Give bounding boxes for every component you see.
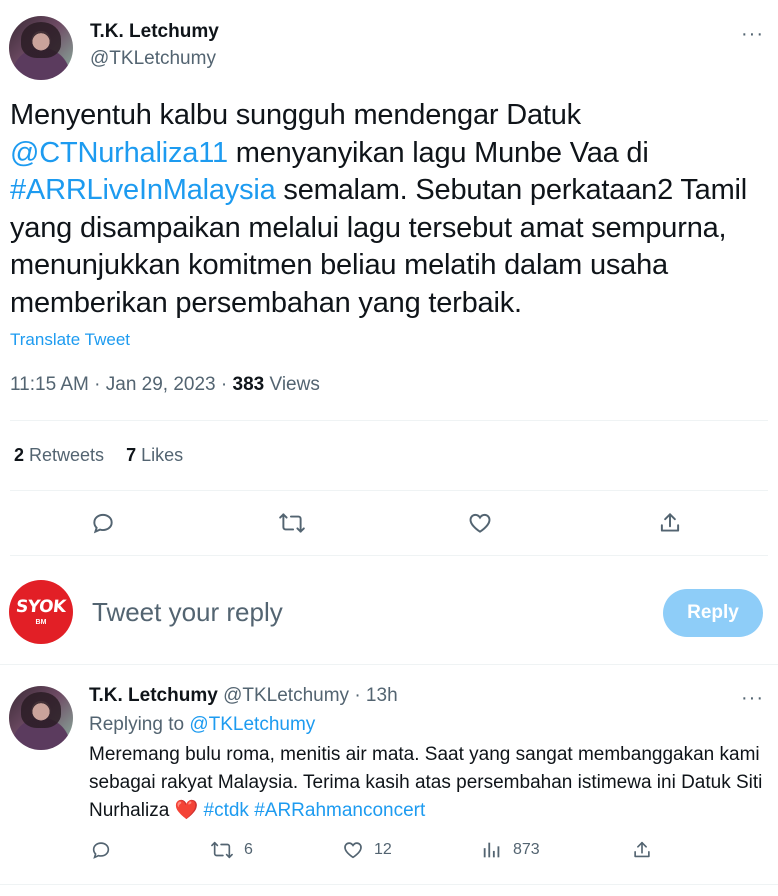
user-avatar[interactable]: SYOK BM (9, 580, 73, 644)
reply-text: Meremang bulu roma, menitis air mata. Sa… (89, 741, 769, 825)
reply-views-count: 873 (513, 841, 540, 858)
author-name[interactable]: T.K. Letchumy (90, 21, 219, 43)
retweet-icon[interactable] (278, 510, 306, 536)
replying-to: Replying to @TKLetchumy (89, 714, 315, 736)
reply-author-handle[interactable]: @TKLetchumy (223, 685, 349, 706)
reply-more-icon[interactable]: ··· (741, 688, 764, 708)
tweet-time[interactable]: 11:15 AM · Jan 29, 2023 · (10, 374, 233, 395)
likes-stat[interactable]: 7 Likes (126, 445, 183, 465)
divider (0, 664, 778, 665)
tweet-text-part: Menyentuh kalbu sungguh mendengar Datuk (10, 99, 581, 131)
hashtag-link[interactable]: #ctdk (204, 800, 249, 821)
views-count: 383 (232, 374, 265, 395)
reply-icon[interactable] (90, 510, 116, 536)
retweets-count: 2 (14, 445, 25, 465)
replying-to-handle[interactable]: @TKLetchumy (189, 714, 315, 735)
hashtag-link[interactable]: #ARRahmanconcert (254, 800, 425, 821)
reply-age[interactable]: · 13h (349, 685, 397, 706)
replying-to-label: Replying to (89, 714, 190, 735)
divider (10, 555, 768, 556)
share-icon[interactable] (657, 510, 683, 536)
author-avatar[interactable] (9, 16, 73, 80)
divider (10, 490, 768, 491)
reply-author-name[interactable]: T.K. Letchumy (89, 685, 218, 706)
share-icon[interactable] (631, 839, 653, 861)
reply-retweet-action[interactable]: 6 (210, 839, 253, 861)
views-icon[interactable] (481, 839, 503, 861)
retweet-icon[interactable] (210, 839, 234, 861)
more-icon[interactable]: ··· (741, 24, 764, 44)
views-label: Views (264, 374, 320, 395)
divider (10, 420, 768, 421)
like-icon[interactable] (467, 510, 493, 536)
reply-header: T.K. Letchumy @TKLetchumy · 13h (89, 685, 398, 707)
reply-button[interactable]: Reply (663, 589, 763, 637)
avatar-logo-text: SYOK (15, 596, 67, 617)
likes-label: Likes (136, 445, 184, 465)
reply-like-count: 12 (374, 841, 392, 858)
reply-share-action[interactable] (631, 839, 653, 861)
engagement-counts: 2 Retweets 7 Likes (14, 445, 183, 466)
divider (0, 884, 778, 885)
reply-like-action[interactable]: 12 (342, 839, 392, 861)
likes-count: 7 (126, 445, 137, 465)
reply-reply-action[interactable] (90, 839, 112, 861)
author-handle[interactable]: @TKLetchumy (90, 48, 216, 70)
like-icon[interactable] (342, 839, 364, 861)
retweets-stat[interactable]: 2 Retweets (14, 445, 104, 465)
hashtag-link[interactable]: #ARRLiveInMalaysia (10, 174, 276, 206)
mention-link[interactable]: @CTNurhaliza11 (10, 137, 228, 169)
reply-retweet-count: 6 (244, 841, 253, 858)
reply-icon[interactable] (90, 839, 112, 861)
reply-author-avatar[interactable] (9, 686, 73, 750)
translate-link[interactable]: Translate Tweet (10, 330, 130, 350)
tweet-text: Menyentuh kalbu sungguh mendengar Datuk … (10, 97, 770, 322)
tweet-meta: 11:15 AM · Jan 29, 2023 · 383 Views (10, 374, 320, 396)
heart-emoji: ❤️ (174, 800, 199, 821)
retweets-label: Retweets (24, 445, 105, 465)
avatar-logo-sub: BM (35, 618, 47, 626)
reply-views-action[interactable]: 873 (481, 839, 540, 861)
tweet-text-part: menyanyikan lagu Munbe Vaa di (227, 136, 649, 169)
reply-input[interactable]: Tweet your reply (92, 597, 283, 628)
